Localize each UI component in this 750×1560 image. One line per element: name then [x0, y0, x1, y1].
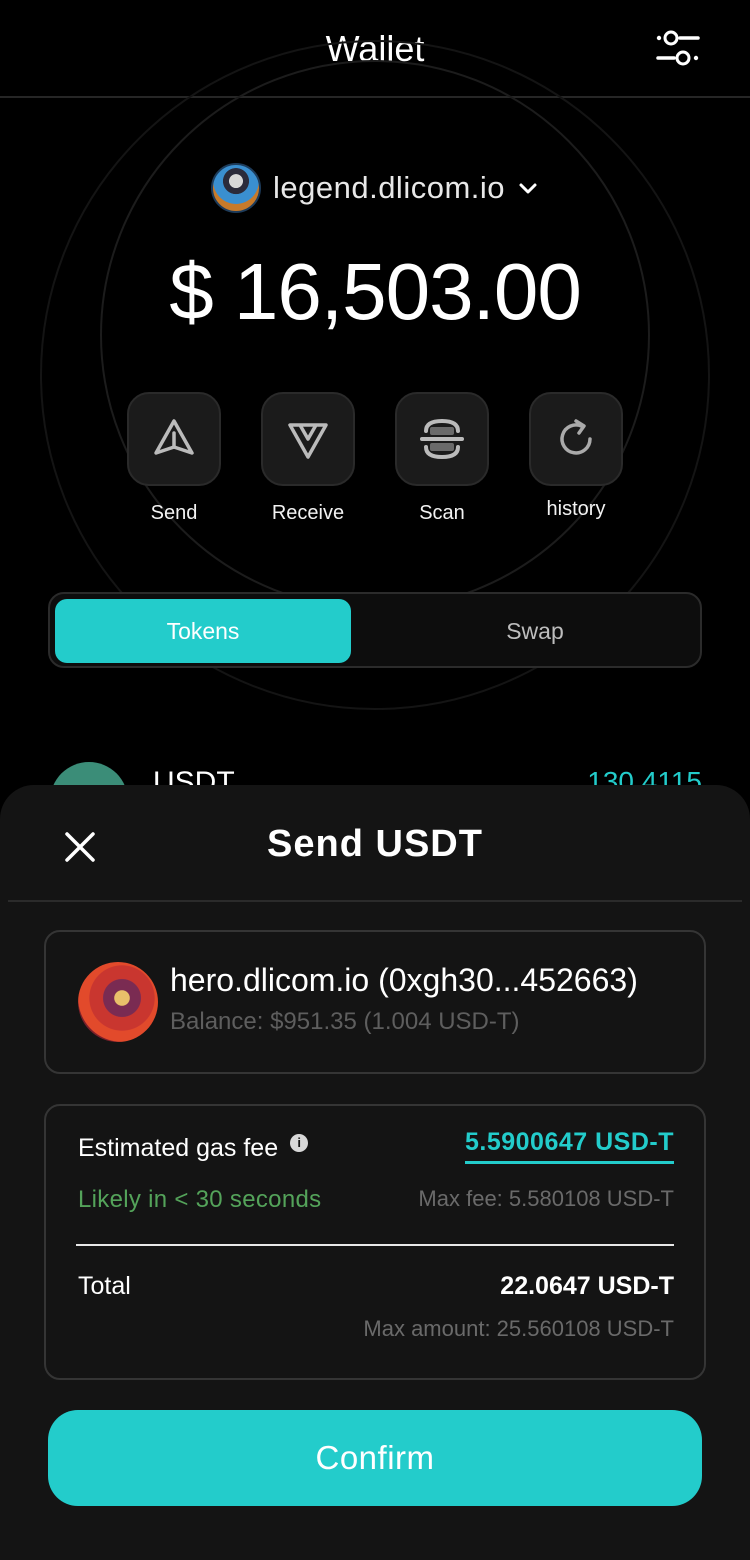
info-icon[interactable]: i — [290, 1133, 309, 1152]
send-label: Send — [150, 502, 198, 524]
send-button[interactable] — [127, 392, 221, 486]
gas-fee-label: Estimated gas fee i — [78, 1133, 309, 1163]
history-label: history — [546, 498, 606, 520]
tab-swap[interactable]: Swap — [370, 599, 700, 663]
receive-action[interactable]: Receive — [260, 392, 356, 525]
recipient-avatar — [78, 962, 158, 1042]
scan-action[interactable]: Scan — [394, 392, 490, 525]
max-fee: Max fee: 5.580108 USD-T — [418, 1186, 674, 1211]
history-action[interactable]: history — [528, 392, 624, 521]
send-triangle-icon — [154, 419, 194, 455]
scan-button[interactable] — [395, 392, 489, 486]
quick-actions: Send Receive Scan history — [0, 392, 750, 532]
gas-fee-value[interactable]: 5.5900647 USD-T — [464, 1128, 674, 1164]
sliders-icon[interactable] — [654, 28, 702, 68]
max-amount: Max amount: 25.560108 USD-T — [363, 1316, 674, 1341]
scan-label: Scan — [419, 502, 465, 524]
fee-summary: Estimated gas fee i 5.5900647 USD-T Like… — [44, 1104, 706, 1380]
tab-tokens[interactable]: Tokens — [55, 599, 351, 663]
refresh-icon — [560, 419, 592, 455]
scan-icon — [420, 418, 464, 460]
recipient-card[interactable]: hero.dlicom.io (0xgh30...452663) Balance… — [44, 930, 706, 1074]
receive-triangle-icon — [288, 423, 328, 459]
receive-button[interactable] — [261, 392, 355, 486]
send-action[interactable]: Send — [126, 392, 222, 525]
account-name: legend.dlicom.io — [272, 170, 506, 205]
divider — [76, 1244, 674, 1246]
total-label: Total — [78, 1272, 131, 1300]
divider — [8, 900, 742, 902]
eta-text: Likely in < 30 seconds — [78, 1186, 322, 1213]
send-sheet: Send USDT hero.dlicom.io (0xgh30...45266… — [0, 785, 750, 1560]
gas-fee-label-text: Estimated gas fee — [78, 1134, 279, 1162]
user-avatar — [210, 163, 261, 213]
recipient-name: hero.dlicom.io (0xgh30...452663) — [170, 962, 638, 998]
sheet-title: Send USDT — [267, 823, 483, 865]
history-button[interactable] — [529, 392, 623, 486]
chevron-down-icon — [519, 183, 537, 194]
recipient-balance: Balance: $951.35 (1.004 USD-T) — [170, 1008, 520, 1035]
tab-switcher: Tokens Swap — [48, 592, 702, 668]
receive-label: Receive — [271, 502, 345, 524]
confirm-button[interactable]: Confirm — [48, 1410, 702, 1506]
total-balance: $ 16,503.00 — [169, 247, 582, 336]
total-value: 22.0647 USD-T — [500, 1272, 674, 1300]
account-selector[interactable]: legend.dlicom.io — [0, 160, 750, 216]
